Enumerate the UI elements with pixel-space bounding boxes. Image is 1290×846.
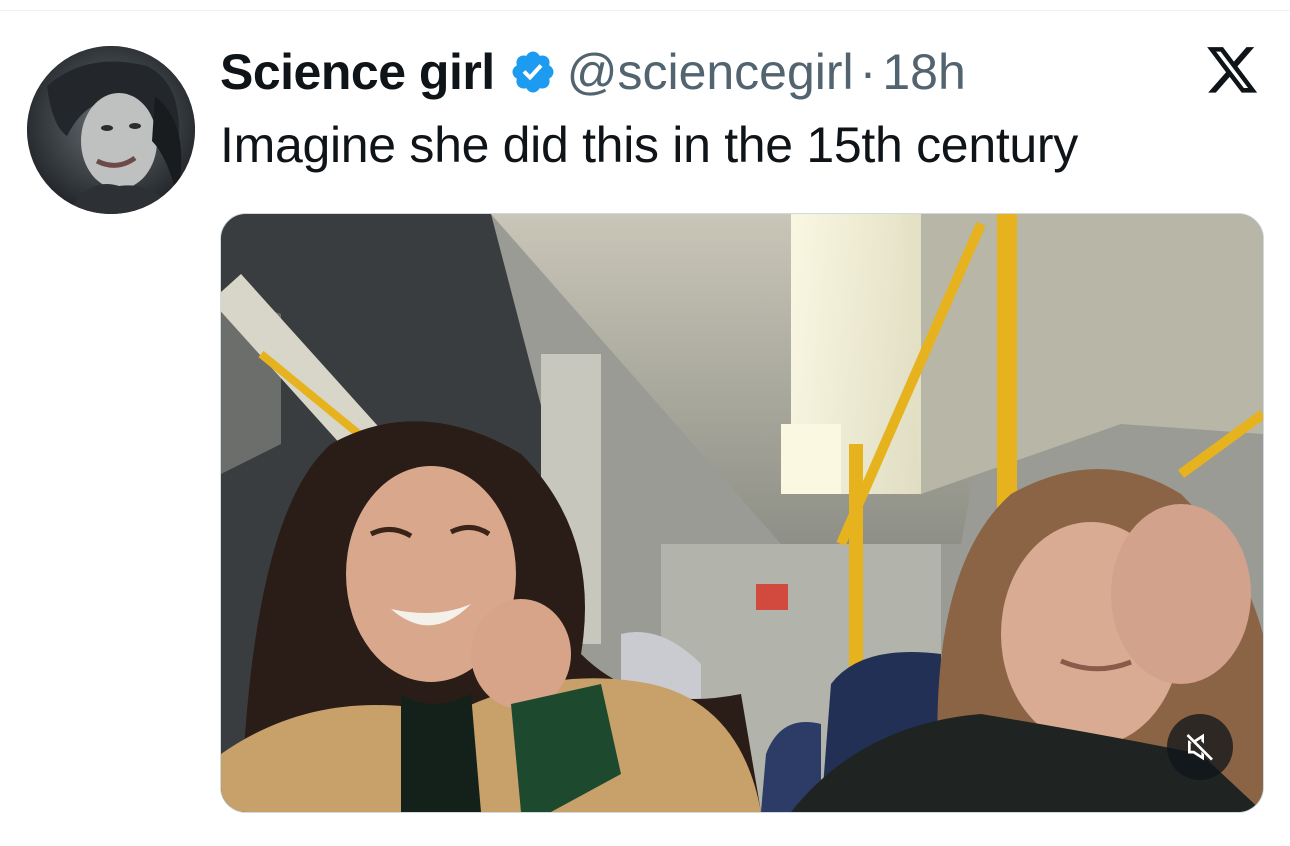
author-handle[interactable]: @sciencegirl (567, 43, 854, 101)
mute-toggle-button[interactable] (1167, 714, 1233, 780)
video-frame (221, 214, 1263, 812)
video-player[interactable] (220, 213, 1264, 813)
avatar-photo (27, 46, 195, 214)
x-logo-icon[interactable] (1207, 47, 1259, 95)
author-avatar[interactable] (27, 46, 195, 214)
tweet-header: Science girl @sciencegirl · 18h (220, 40, 966, 104)
verified-badge-icon (509, 48, 557, 96)
top-divider (0, 10, 1290, 11)
display-name[interactable]: Science girl (220, 43, 495, 101)
speaker-muted-icon (1186, 733, 1213, 761)
meta-separator: · (859, 44, 877, 100)
post-timestamp[interactable]: 18h (882, 43, 965, 101)
tweet-text: Imagine she did this in the 15th century (220, 117, 1078, 173)
